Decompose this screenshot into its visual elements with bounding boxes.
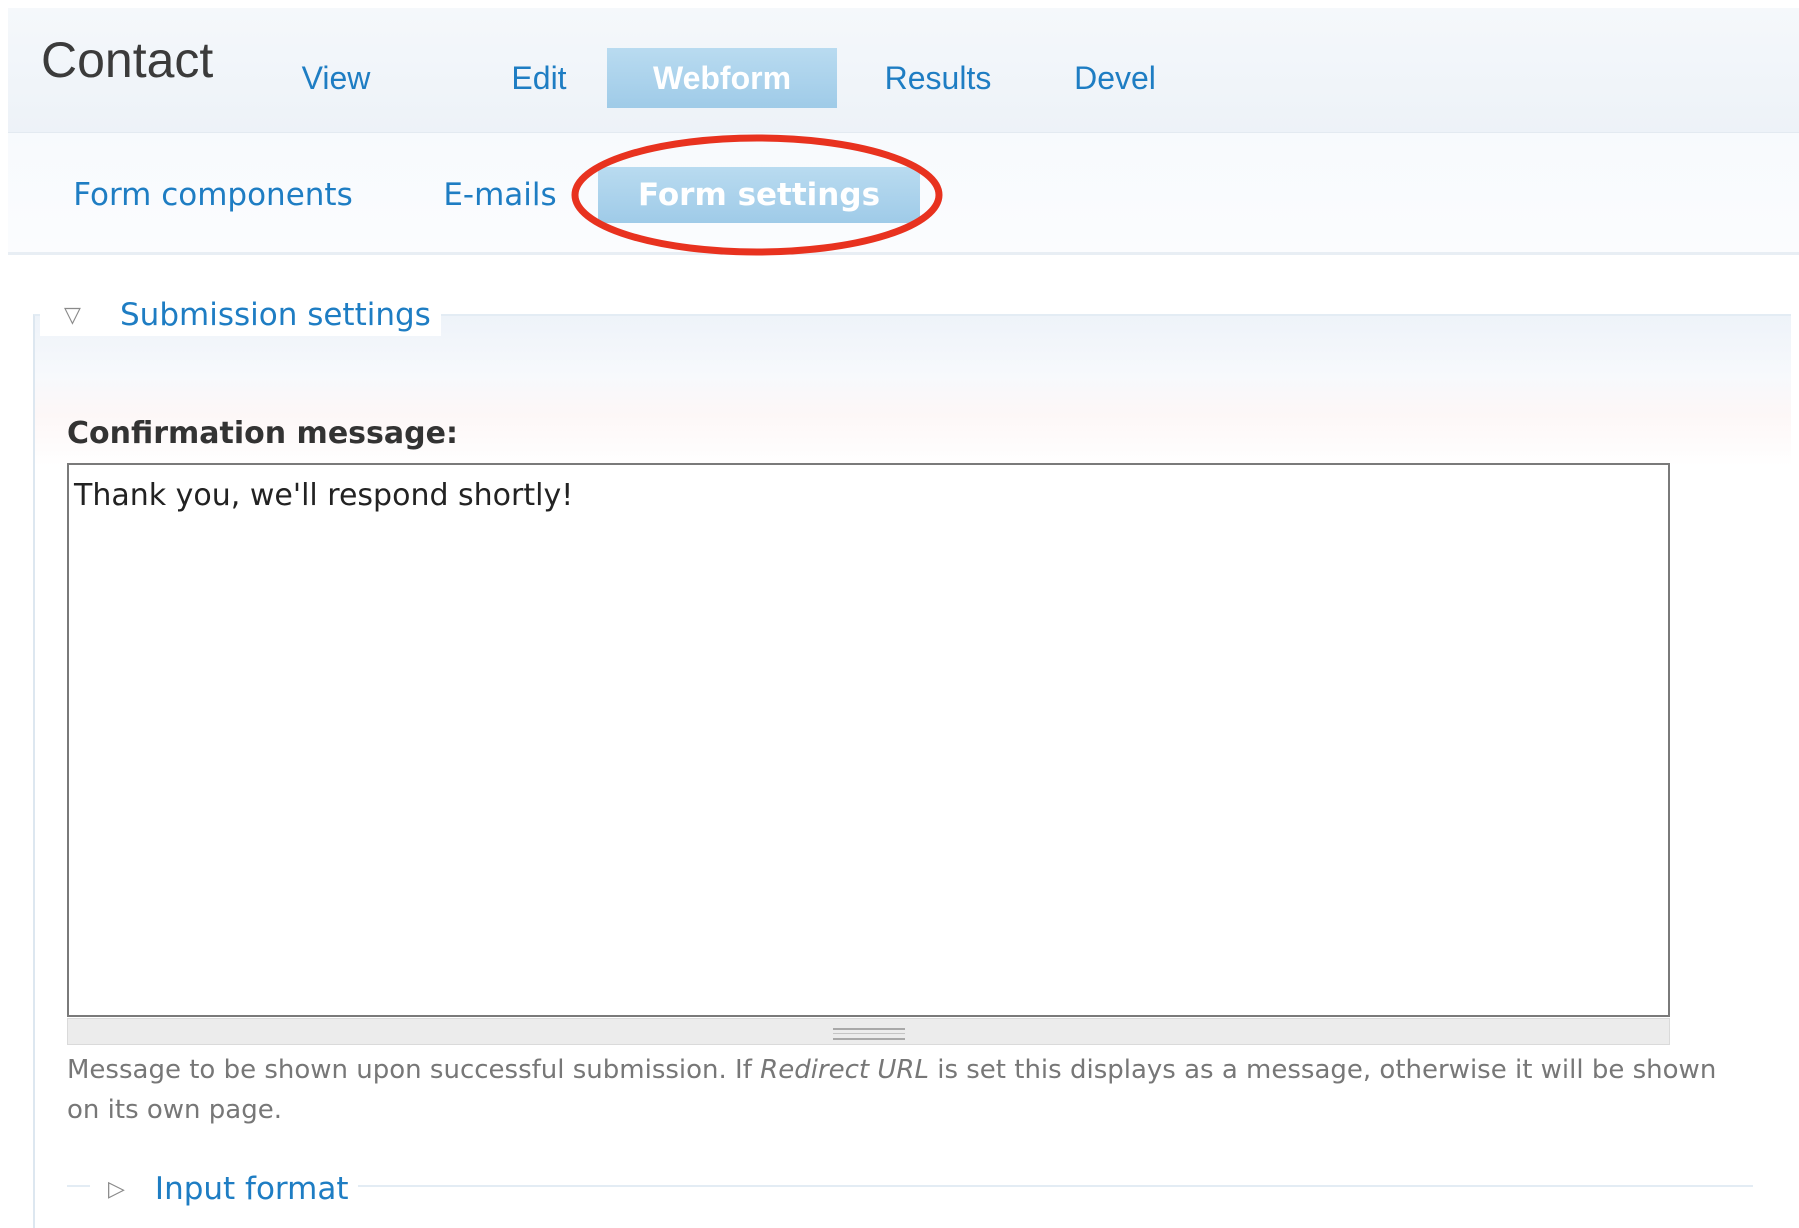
page-title: Contact <box>41 32 214 88</box>
secondary-tabs: Form components E-mails Form settings <box>8 133 1799 255</box>
tab-devel[interactable]: Devel <box>1058 48 1172 108</box>
textarea-resize-handle[interactable] <box>67 1018 1670 1045</box>
confirmation-message-label: Confirmation message: <box>67 416 458 451</box>
tab-form-settings[interactable]: Form settings <box>598 167 920 223</box>
grip-icon <box>832 1028 905 1040</box>
tab-e-mails[interactable]: E-mails <box>430 167 570 223</box>
tab-edit[interactable]: Edit <box>491 48 587 108</box>
submission-settings-label[interactable]: Submission settings <box>120 294 431 336</box>
submission-settings-legend[interactable]: ▽ Submission settings <box>40 294 441 336</box>
tab-view[interactable]: View <box>286 48 386 108</box>
input-format-legend[interactable]: ▷ Input format <box>90 1169 359 1209</box>
tab-webform[interactable]: Webform <box>607 48 837 108</box>
tab-results[interactable]: Results <box>866 48 1010 108</box>
header: Contact View Edit Webform Results Devel <box>8 8 1799 133</box>
page: Contact View Edit Webform Results Devel … <box>0 0 1799 1228</box>
triangle-down-icon: ▽ <box>64 302 81 328</box>
triangle-right-icon: ▷ <box>108 1176 125 1202</box>
confirmation-message-description: Message to be shown upon successful subm… <box>67 1050 1727 1130</box>
description-redirect-url: Redirect URL <box>760 1055 929 1085</box>
description-text-start: Message to be shown upon successful subm… <box>67 1055 761 1085</box>
confirmation-message-textarea[interactable] <box>67 463 1670 1017</box>
input-format-label[interactable]: Input format <box>155 1169 349 1209</box>
tab-form-components[interactable]: Form components <box>67 167 359 223</box>
